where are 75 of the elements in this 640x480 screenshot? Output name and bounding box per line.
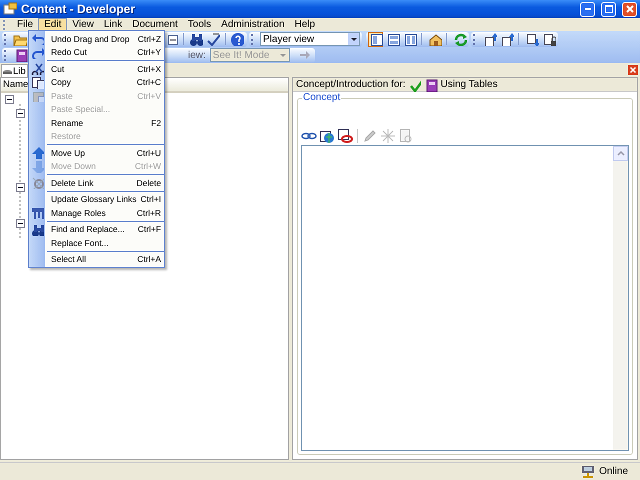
refresh-button[interactable] xyxy=(452,32,467,46)
caret-icon xyxy=(279,52,288,58)
document-down-icon xyxy=(524,32,538,46)
document-export-button[interactable] xyxy=(499,32,514,46)
menu-item[interactable]: Cut Ctrl+X xyxy=(29,62,164,76)
help-button[interactable] xyxy=(230,32,245,46)
binoculars-icon xyxy=(30,222,44,236)
document-lock-icon xyxy=(542,32,556,46)
menu-item[interactable]: Edit xyxy=(38,18,68,31)
group-title: Concept xyxy=(302,92,342,103)
document-lock-button[interactable] xyxy=(541,32,556,46)
mode-label: iew: xyxy=(188,50,206,60)
redo-icon xyxy=(30,46,44,59)
layout-button[interactable] xyxy=(402,32,417,46)
menu-item[interactable]: View xyxy=(67,18,99,31)
menu-item[interactable]: Manage Roles Ctrl+R xyxy=(29,206,164,220)
book-icon xyxy=(424,78,438,92)
menu-item[interactable]: Copy Ctrl+C xyxy=(29,76,164,89)
caret-icon xyxy=(350,36,358,42)
close-icon xyxy=(624,4,634,14)
document-up-icon xyxy=(482,32,496,46)
search-icon xyxy=(189,32,204,46)
view-dropdown[interactable]: Player view xyxy=(260,32,360,46)
spell-check-icon xyxy=(206,32,220,46)
horizontal-layout-icon xyxy=(386,32,400,46)
menu-item[interactable]: Find and Replace... Ctrl+F xyxy=(29,222,164,236)
help-icon xyxy=(230,32,244,46)
layout-button[interactable] xyxy=(368,32,383,46)
status-text: Online xyxy=(599,466,628,477)
search-button[interactable] xyxy=(188,32,204,46)
vertical-layout-icon xyxy=(402,32,416,46)
scissors-icon xyxy=(30,62,44,76)
maximize-button[interactable] xyxy=(601,2,616,16)
menu-item[interactable]: Help xyxy=(290,18,320,31)
network-icon xyxy=(580,464,596,480)
document-up-button[interactable] xyxy=(482,32,497,46)
minimize-button[interactable] xyxy=(580,2,595,16)
panel-tab[interactable]: Lib xyxy=(1,64,28,77)
menu-item[interactable]: Replace Font... xyxy=(29,236,164,250)
close-icon xyxy=(629,66,637,74)
app-icon xyxy=(3,2,17,16)
document-title: Using Tables xyxy=(440,79,498,90)
scrollbar[interactable] xyxy=(613,146,628,450)
document-export-icon xyxy=(500,32,514,46)
menu-item[interactable]: Update Glossary Links Ctrl+I xyxy=(29,192,164,206)
arrow-icon xyxy=(298,48,312,62)
menu-item[interactable]: Redo Cut Ctrl+Y xyxy=(29,46,164,59)
down-arrow-icon xyxy=(30,160,44,173)
concept-header-label: Concept/Introduction for: xyxy=(296,79,406,90)
maximize-icon xyxy=(604,4,614,14)
split-view-icon xyxy=(368,32,382,46)
paste-icon xyxy=(30,89,44,102)
document-down-button[interactable] xyxy=(524,32,539,46)
library-icon xyxy=(3,68,12,74)
menu-item[interactable]: Tools xyxy=(182,18,216,31)
menu-item[interactable]: Delete Link Delete xyxy=(29,176,164,190)
layout-button[interactable] xyxy=(385,32,400,46)
spell-check-button[interactable] xyxy=(206,32,221,46)
menu-item[interactable]: Link xyxy=(98,18,128,31)
column-header[interactable]: Name xyxy=(3,79,28,90)
copy-icon xyxy=(30,76,44,89)
minimize-icon xyxy=(584,8,590,10)
menu-item[interactable]: Rename F2 xyxy=(29,116,164,130)
menu-item[interactable]: Move Up Ctrl+U xyxy=(29,146,164,160)
window-title: Content - Developer xyxy=(21,2,136,16)
menu-item[interactable]: Administration xyxy=(216,18,290,31)
close-button[interactable] xyxy=(622,2,637,16)
refresh-icon xyxy=(452,32,466,46)
menu-item[interactable]: Select All Ctrl+A xyxy=(29,252,164,266)
menu-item[interactable]: File xyxy=(12,18,38,31)
book-icon xyxy=(14,48,28,62)
close-panel-button[interactable] xyxy=(628,65,638,75)
menu-item[interactable]: Document xyxy=(127,18,183,31)
undo-icon xyxy=(30,32,44,46)
up-arrow-icon xyxy=(30,146,44,160)
